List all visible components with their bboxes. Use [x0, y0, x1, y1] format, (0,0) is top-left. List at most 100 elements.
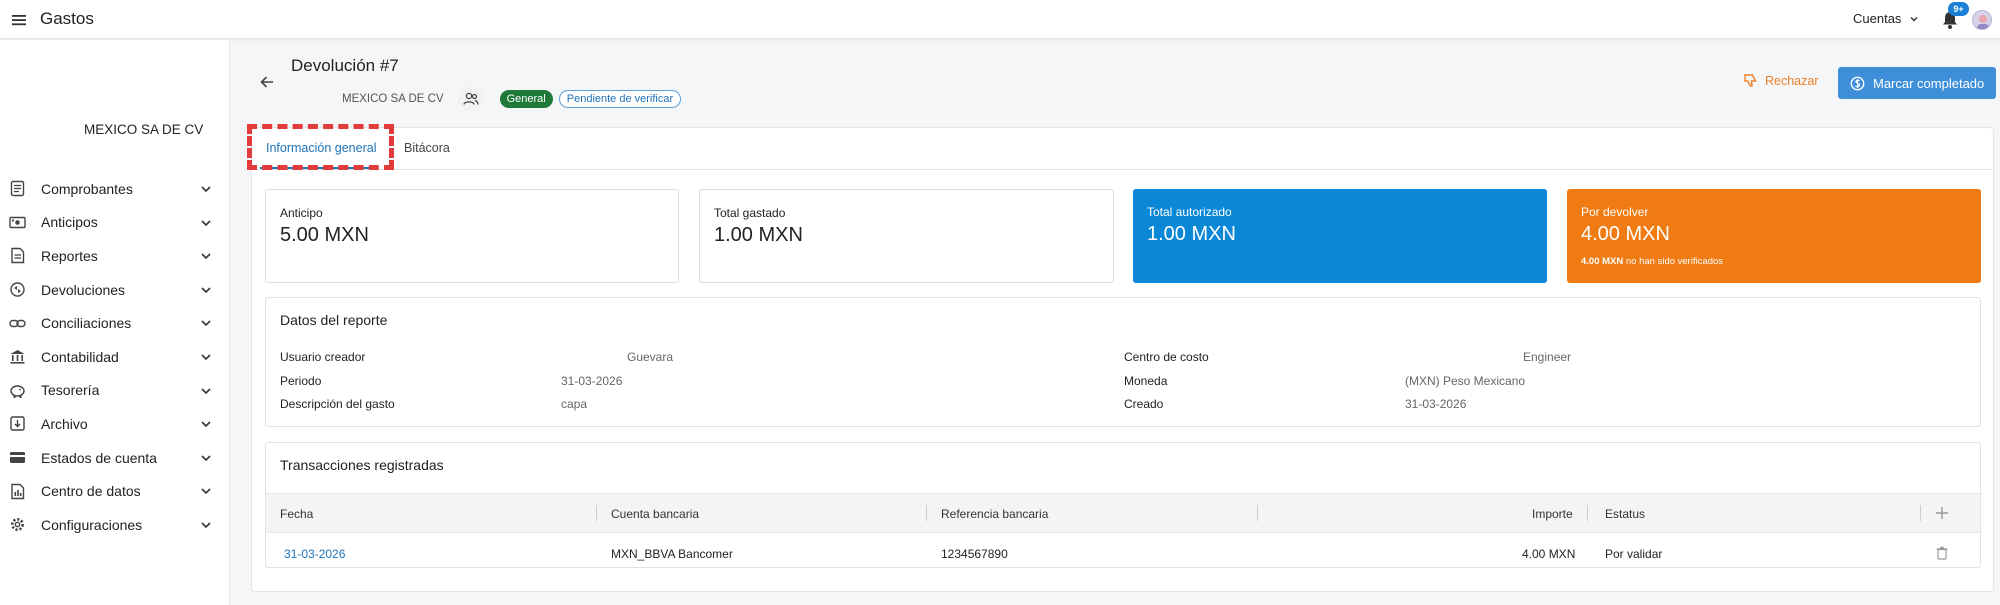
chevron-down-icon [200, 519, 212, 531]
top-bar: Gastos Cuentas 9+ [0, 0, 2000, 39]
return-cycle-icon [9, 281, 26, 298]
summary-card-por-devolver: Por devolver 4.00 MXN 4.00 MXN no han si… [1567, 189, 1981, 283]
avatar[interactable] [1972, 10, 1992, 30]
sidebar-item-configuraciones[interactable]: Configuraciones [0, 508, 230, 542]
section-title: Datos del reporte [280, 312, 388, 328]
sidebar: MEXICO SA DE CV Comprobantes Anticipos R… [0, 40, 230, 605]
column-header-fecha[interactable]: Fecha [280, 507, 313, 521]
summary-value: 4.00 MXN [1581, 223, 1670, 245]
notifications-badge: 9+ [1948, 2, 1969, 16]
field-value-creado: 31-03-2026 [1405, 397, 1467, 411]
row-referencia: 1234567890 [941, 547, 1008, 561]
summary-label: Por devolver [1581, 205, 1649, 219]
sidebar-item-estados-de-cuenta[interactable]: Estados de cuenta [0, 441, 230, 475]
row-cuenta: MXN_BBVA Bancomer [611, 547, 733, 561]
reject-button[interactable]: Rechazar [1743, 73, 1819, 88]
sidebar-company-name: MEXICO SA DE CV [84, 122, 204, 137]
sidebar-item-label: Comprobantes [41, 180, 133, 197]
summary-value: 5.00 MXN [280, 224, 369, 246]
column-separator [926, 505, 927, 521]
sidebar-item-label: Contabilidad [41, 348, 119, 365]
sidebar-item-label: Configuraciones [41, 516, 143, 533]
chevron-down-icon [200, 217, 212, 229]
dollar-circle-icon [1850, 76, 1865, 91]
report-icon [9, 247, 26, 264]
archive-icon [9, 415, 26, 432]
column-header-cuenta[interactable]: Cuenta bancaria [611, 507, 699, 521]
sidebar-item-label: Anticipos [41, 214, 98, 231]
chevron-down-icon [200, 284, 212, 296]
sidebar-item-conciliaciones[interactable]: Conciliaciones [0, 306, 230, 340]
row-estatus: Por validar [1605, 547, 1663, 561]
general-badge: General [499, 90, 553, 108]
sidebar-item-contabilidad[interactable]: Contabilidad [0, 340, 230, 374]
chevron-down-icon [200, 418, 212, 430]
sidebar-item-label: Centro de datos [41, 483, 141, 500]
sidebar-item-comprobantes[interactable]: Comprobantes [0, 172, 230, 206]
data-center-icon [9, 483, 26, 500]
field-label-centro-costo: Centro de costo [1124, 350, 1209, 364]
column-separator [1257, 505, 1258, 521]
summary-value: 1.00 MXN [1147, 223, 1236, 245]
summary-note-text: no han sido verificados [1623, 256, 1724, 267]
app-title: Gastos [40, 9, 94, 28]
link-icon [9, 315, 26, 332]
column-header-importe[interactable]: Importe [1532, 507, 1573, 521]
chevron-down-icon [200, 485, 212, 497]
tab-bar: Información general Bitácora [252, 128, 1993, 170]
back-arrow-icon[interactable] [258, 73, 276, 91]
chevron-down-icon [200, 452, 212, 464]
accounts-label: Cuentas [1853, 11, 1902, 26]
chevron-down-icon [200, 351, 212, 363]
sidebar-item-archivo[interactable]: Archivo [0, 407, 230, 441]
sidebar-item-label: Estados de cuenta [41, 449, 157, 466]
row-fecha-link[interactable]: 31-03-2026 [284, 547, 345, 561]
field-label-usuario: Usuario creador [280, 350, 366, 364]
sidebar-item-label: Reportes [41, 247, 98, 264]
summary-label: Total autorizado [1147, 205, 1232, 219]
sidebar-item-anticipos[interactable]: Anticipos [0, 206, 230, 240]
field-value-moneda: (MXN) Peso Mexicano [1405, 374, 1526, 388]
delete-row-icon[interactable] [1936, 546, 1948, 560]
table-header: Fecha Cuenta bancaria Referencia bancari… [266, 493, 1980, 533]
chevron-down-icon [200, 250, 212, 262]
accounts-dropdown[interactable]: Cuentas [1853, 11, 1919, 26]
credit-card-icon [9, 449, 26, 466]
sidebar-item-reportes[interactable]: Reportes [0, 239, 230, 273]
highlight-annotation [247, 124, 394, 170]
mark-complete-button[interactable]: Marcar completado [1838, 67, 1996, 99]
sidebar-item-centro-de-datos[interactable]: Centro de datos [0, 474, 230, 508]
summary-label: Total gastado [714, 206, 786, 220]
column-header-estatus[interactable]: Estatus [1605, 507, 1645, 521]
mark-complete-label: Marcar completado [1873, 75, 1985, 91]
sidebar-item-label: Tesorería [41, 382, 100, 399]
column-separator [1587, 505, 1588, 521]
field-value-usuario: Guevara [627, 350, 674, 364]
company-name: MEXICO SA DE CV [342, 93, 444, 105]
sidebar-nav: Comprobantes Anticipos Reportes Devoluci… [0, 172, 230, 542]
thumbs-down-icon [1743, 73, 1758, 88]
field-label-periodo: Periodo [280, 374, 322, 388]
report-details-section: Datos del reporte Usuario creador Guevar… [265, 297, 1981, 427]
column-header-referencia[interactable]: Referencia bancaria [941, 507, 1048, 521]
summary-note-amount: 4.00 MXN [1581, 256, 1624, 267]
add-row-icon[interactable] [1935, 506, 1949, 520]
summary-card-total-gastado: Total gastado 1.00 MXN [699, 189, 1114, 283]
sidebar-item-label: Archivo [41, 415, 88, 432]
field-value-centro-costo: Engineer [1523, 350, 1572, 364]
sidebar-item-tesoreria[interactable]: Tesorería [0, 374, 230, 408]
summary-note: 4.00 MXN no han sido verificados [1581, 256, 1967, 267]
section-title: Transacciones registradas [280, 457, 444, 473]
gear-icon [9, 516, 26, 533]
hamburger-menu-icon[interactable] [11, 12, 27, 28]
tab-bitacora[interactable]: Bitácora [404, 141, 450, 155]
column-separator [1920, 505, 1921, 521]
transactions-section: Transacciones registradas Fecha Cuenta b… [265, 442, 1981, 568]
page-subheader: MEXICO SA DE CV General Pendiente de ver… [342, 86, 682, 112]
piggy-bank-icon [9, 382, 26, 399]
sidebar-item-label: Conciliaciones [41, 315, 132, 332]
field-value-descripcion: capa [561, 397, 588, 411]
sidebar-item-devoluciones[interactable]: Devoluciones [0, 273, 230, 307]
people-icon[interactable] [457, 86, 484, 112]
document-list-icon [9, 180, 26, 197]
